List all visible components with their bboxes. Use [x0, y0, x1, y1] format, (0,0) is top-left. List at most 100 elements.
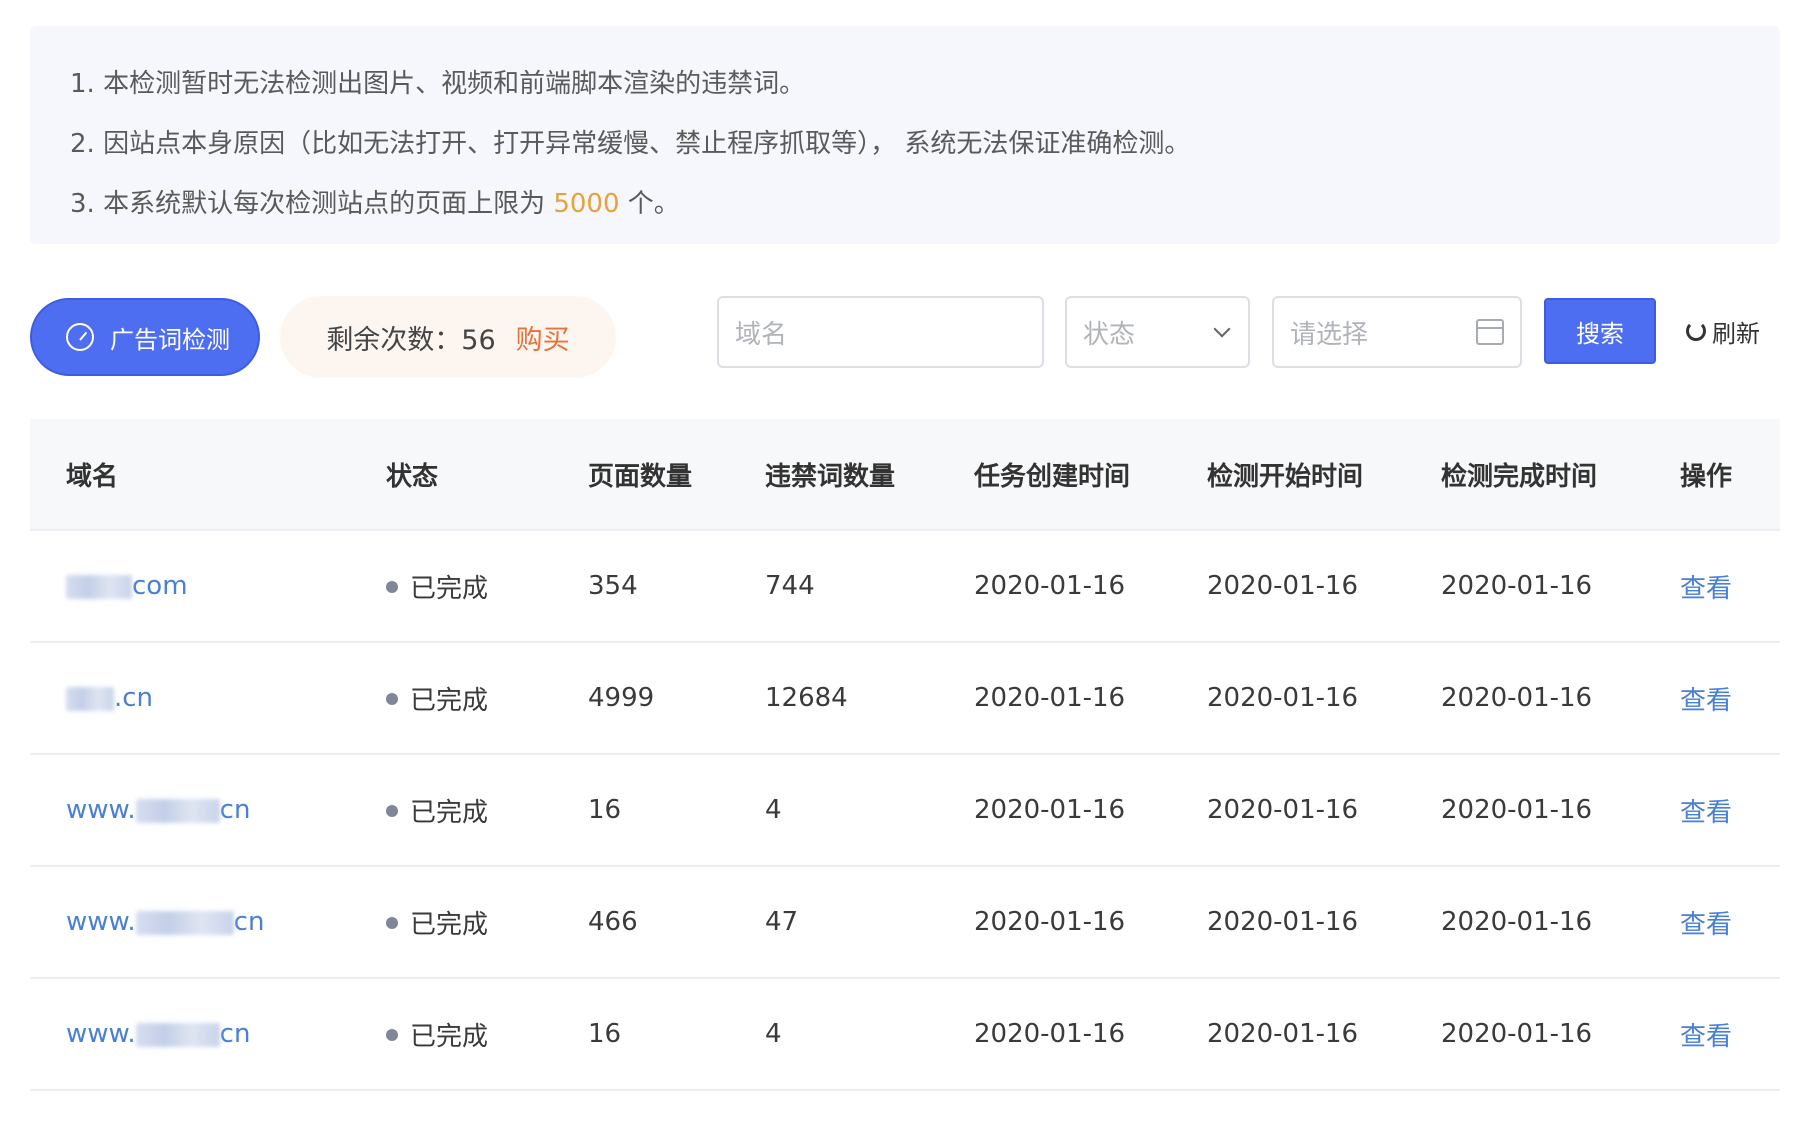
page-count: 4999: [588, 683, 655, 713]
created-time: 2020-01-16: [974, 683, 1126, 713]
page-limit-value: 5000: [553, 189, 620, 219]
table-row: www. cn 已完成 16 4 2020-01-16 2020-01-16 20…: [30, 979, 1780, 1091]
table-row: .cn 已完成 4999 12684 2020-01-16 2020-01-16…: [30, 643, 1780, 755]
domain-suffix: .cn: [114, 683, 154, 713]
domain-link[interactable]: www. cn: [66, 907, 264, 937]
table-header: 域名 状态 页面数量 违禁词数量 任务创建时间 检测开始时间 检测完成时间 操作: [30, 419, 1780, 531]
refresh-label: 刷新: [1712, 319, 1760, 348]
header-word-count: 违禁词数量: [765, 461, 896, 492]
finish-time: 2020-01-16: [1441, 1019, 1593, 1049]
status-cell: 已完成: [386, 680, 488, 717]
domain-link[interactable]: .cn: [66, 683, 153, 713]
table-row: com 已完成 354 744 2020-01-16 2020-01-16 20…: [30, 531, 1780, 643]
buy-link[interactable]: 购买: [516, 318, 570, 357]
view-link[interactable]: 查看: [1680, 568, 1732, 605]
status-cell: 已完成: [386, 568, 488, 605]
finish-time: 2020-01-16: [1441, 683, 1593, 713]
start-time: 2020-01-16: [1207, 571, 1359, 601]
domain-suffix: cn: [219, 1019, 251, 1049]
notice-panel: 1. 本检测暂时无法检测出图片、视频和前端脚本渲染的违禁词。 2. 因站点本身原…: [30, 26, 1780, 244]
notice-line-3-prefix: 3. 本系统默认每次检测站点的页面上限为: [70, 189, 554, 219]
status-dot-icon: [386, 917, 398, 929]
view-link[interactable]: 查看: [1680, 904, 1732, 941]
status-dot-icon: [386, 581, 398, 593]
page-count: 354: [588, 571, 638, 601]
notice-line-2: 2. 因站点本身原因（比如无法打开、打开异常缓慢、禁止程序抓取等）， 系统无法保…: [70, 129, 1191, 159]
created-time: 2020-01-16: [974, 1019, 1126, 1049]
page-count: 466: [588, 907, 638, 937]
status-select-placeholder: 状态: [1083, 319, 1136, 350]
header-start-time: 检测开始时间: [1207, 461, 1364, 492]
header-finish-time: 检测完成时间: [1441, 461, 1598, 492]
status-dot-icon: [386, 693, 398, 705]
status-text: 已完成: [410, 573, 489, 604]
calendar-icon: [1476, 319, 1504, 345]
date-picker[interactable]: 请选择: [1272, 296, 1522, 368]
status-cell: 已完成: [386, 1016, 488, 1053]
created-time: 2020-01-16: [974, 795, 1126, 825]
word-count: 12684: [765, 683, 848, 713]
ad-word-detect-label: 广告词检测: [110, 325, 230, 354]
header-created-time: 任务创建时间: [974, 461, 1131, 492]
domain-prefix: www.: [66, 795, 136, 825]
domain-suffix: cn: [219, 795, 251, 825]
view-link[interactable]: 查看: [1680, 1016, 1732, 1053]
start-time: 2020-01-16: [1207, 907, 1359, 937]
status-cell: 已完成: [386, 792, 488, 829]
status-dot-icon: [386, 805, 398, 817]
search-button[interactable]: 搜索: [1544, 298, 1656, 364]
redacted-domain: [135, 910, 234, 935]
domain-link[interactable]: com: [66, 571, 188, 601]
finish-time: 2020-01-16: [1441, 571, 1593, 601]
redacted-domain: [66, 574, 132, 599]
toolbar: 广告词检测 剩余次数：56 购买 域名 状态 请选择 搜索 刷新: [30, 296, 1780, 378]
date-picker-placeholder: 请选择: [1290, 319, 1369, 350]
finish-time: 2020-01-16: [1441, 795, 1593, 825]
word-count: 47: [765, 907, 799, 937]
word-count: 4: [765, 795, 782, 825]
redacted-domain: [135, 798, 220, 823]
header-action: 操作: [1680, 461, 1733, 492]
domain-link[interactable]: www. cn: [66, 795, 250, 825]
refresh-button[interactable]: 刷新: [1686, 296, 1760, 366]
status-cell: 已完成: [386, 904, 488, 941]
redacted-domain: [135, 1022, 220, 1047]
gauge-icon: [66, 323, 94, 351]
notice-line-1: 1. 本检测暂时无法检测出图片、视频和前端脚本渲染的违禁词。: [70, 69, 806, 99]
word-count: 4: [765, 1019, 782, 1049]
finish-time: 2020-01-16: [1441, 907, 1593, 937]
created-time: 2020-01-16: [974, 571, 1126, 601]
results-table: 域名 状态 页面数量 违禁词数量 任务创建时间 检测开始时间 检测完成时间 操作…: [30, 419, 1780, 1091]
status-text: 已完成: [410, 1021, 489, 1052]
domain-suffix: com: [132, 571, 188, 601]
status-select[interactable]: 状态: [1065, 296, 1250, 368]
domain-suffix: cn: [233, 907, 265, 937]
start-time: 2020-01-16: [1207, 795, 1359, 825]
table-row: www. cn 已完成 466 47 2020-01-16 2020-01-16 …: [30, 867, 1780, 979]
ad-word-detect-button[interactable]: 广告词检测: [30, 298, 260, 376]
view-link[interactable]: 查看: [1680, 792, 1732, 829]
domain-input-placeholder: 域名: [735, 319, 788, 350]
created-time: 2020-01-16: [974, 907, 1126, 937]
view-link[interactable]: 查看: [1680, 680, 1732, 717]
remaining-count-badge: 剩余次数：56 购买: [280, 296, 616, 378]
page-count: 16: [588, 1019, 622, 1049]
status-text: 已完成: [410, 685, 489, 716]
chevron-down-icon: [1213, 320, 1231, 338]
page-count: 16: [588, 795, 622, 825]
redacted-domain: [66, 686, 114, 711]
notice-line-3: 3. 本系统默认每次检测站点的页面上限为 5000 个。: [70, 174, 1740, 234]
domain-input[interactable]: 域名: [717, 296, 1044, 368]
domain-link[interactable]: www. cn: [66, 1019, 250, 1049]
domain-prefix: www.: [66, 1019, 136, 1049]
status-text: 已完成: [410, 909, 489, 940]
remaining-count-label: 剩余次数：56: [326, 324, 496, 356]
domain-prefix: www.: [66, 907, 136, 937]
word-count: 744: [765, 571, 815, 601]
header-domain: 域名: [66, 461, 119, 492]
notice-line-3-suffix: 个。: [619, 189, 680, 219]
start-time: 2020-01-16: [1207, 683, 1359, 713]
header-page-count: 页面数量: [588, 461, 693, 492]
status-dot-icon: [386, 1029, 398, 1041]
refresh-icon: [1686, 321, 1706, 341]
